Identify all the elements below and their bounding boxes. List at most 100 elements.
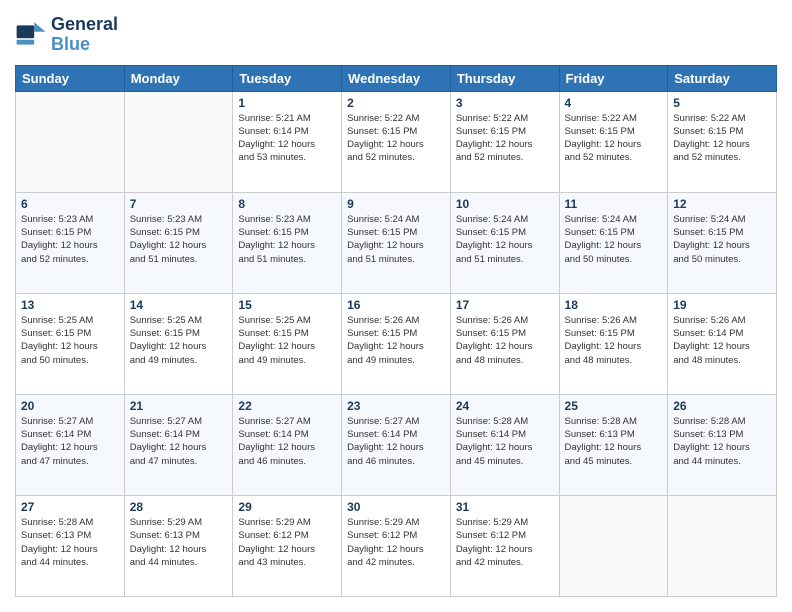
week-row-5: 27 Sunrise: 5:28 AM Sunset: 6:13 PM Dayli… (16, 495, 777, 596)
day-number: 27 (21, 500, 119, 514)
week-row-4: 20 Sunrise: 5:27 AM Sunset: 6:14 PM Dayli… (16, 394, 777, 495)
day-number: 31 (456, 500, 554, 514)
day-info: Sunrise: 5:25 AM Sunset: 6:15 PM Dayligh… (21, 314, 119, 367)
day-number: 17 (456, 298, 554, 312)
day-info: Sunrise: 5:28 AM Sunset: 6:14 PM Dayligh… (456, 415, 554, 468)
day-number: 14 (130, 298, 228, 312)
day-number: 24 (456, 399, 554, 413)
day-cell (16, 91, 125, 192)
day-cell: 13Sunrise: 5:25 AM Sunset: 6:15 PM Dayli… (16, 293, 125, 394)
day-cell: 26Sunrise: 5:28 AM Sunset: 6:13 PM Dayli… (668, 394, 777, 495)
day-number: 18 (565, 298, 663, 312)
day-cell: 1Sunrise: 5:21 AM Sunset: 6:14 PM Daylig… (233, 91, 342, 192)
day-number: 20 (21, 399, 119, 413)
weekday-header-saturday: Saturday (668, 65, 777, 91)
day-info: Sunrise: 5:29 AM Sunset: 6:12 PM Dayligh… (456, 516, 554, 569)
day-number: 2 (347, 96, 445, 110)
week-row-3: 13Sunrise: 5:25 AM Sunset: 6:15 PM Dayli… (16, 293, 777, 394)
day-info: Sunrise: 5:28 AM Sunset: 6:13 PM Dayligh… (21, 516, 119, 569)
day-cell: 25 Sunrise: 5:28 AM Sunset: 6:13 PM Dayli… (559, 394, 668, 495)
day-info: Sunrise: 5:26 AM Sunset: 6:15 PM Dayligh… (347, 314, 445, 367)
day-info: Sunrise: 5:24 AM Sunset: 6:15 PM Dayligh… (673, 213, 771, 266)
day-cell: 16Sunrise: 5:26 AM Sunset: 6:15 PM Dayli… (342, 293, 451, 394)
day-cell: 2 Sunrise: 5:22 AM Sunset: 6:15 PM Daylig… (342, 91, 451, 192)
day-cell: 10 Sunrise: 5:24 AM Sunset: 6:15 PM Dayli… (450, 192, 559, 293)
day-info: Sunrise: 5:22 AM Sunset: 6:15 PM Dayligh… (347, 112, 445, 165)
day-number: 7 (130, 197, 228, 211)
weekday-header-monday: Monday (124, 65, 233, 91)
day-number: 15 (238, 298, 336, 312)
logo-text: General Blue (51, 15, 118, 55)
day-info: Sunrise: 5:22 AM Sunset: 6:15 PM Dayligh… (565, 112, 663, 165)
day-info: Sunrise: 5:26 AM Sunset: 6:15 PM Dayligh… (456, 314, 554, 367)
day-number: 23 (347, 399, 445, 413)
day-info: Sunrise: 5:28 AM Sunset: 6:13 PM Dayligh… (565, 415, 663, 468)
calendar-body: 1Sunrise: 5:21 AM Sunset: 6:14 PM Daylig… (16, 91, 777, 596)
day-info: Sunrise: 5:24 AM Sunset: 6:15 PM Dayligh… (347, 213, 445, 266)
day-cell: 17 Sunrise: 5:26 AM Sunset: 6:15 PM Dayli… (450, 293, 559, 394)
logo-line2: Blue (51, 35, 118, 55)
day-number: 28 (130, 500, 228, 514)
day-info: Sunrise: 5:25 AM Sunset: 6:15 PM Dayligh… (238, 314, 336, 367)
day-info: Sunrise: 5:27 AM Sunset: 6:14 PM Dayligh… (130, 415, 228, 468)
day-info: Sunrise: 5:27 AM Sunset: 6:14 PM Dayligh… (347, 415, 445, 468)
day-cell: 21 Sunrise: 5:27 AM Sunset: 6:14 PM Dayli… (124, 394, 233, 495)
header: General Blue (15, 15, 777, 55)
day-number: 1 (238, 96, 336, 110)
day-number: 3 (456, 96, 554, 110)
day-cell: 27 Sunrise: 5:28 AM Sunset: 6:13 PM Dayli… (16, 495, 125, 596)
day-info: Sunrise: 5:22 AM Sunset: 6:15 PM Dayligh… (456, 112, 554, 165)
calendar: SundayMondayTuesdayWednesdayThursdayFrid… (15, 65, 777, 597)
week-row-2: 6 Sunrise: 5:23 AM Sunset: 6:15 PM Daylig… (16, 192, 777, 293)
weekday-row: SundayMondayTuesdayWednesdayThursdayFrid… (16, 65, 777, 91)
day-number: 22 (238, 399, 336, 413)
day-cell: 30 Sunrise: 5:29 AM Sunset: 6:12 PM Dayli… (342, 495, 451, 596)
day-info: Sunrise: 5:27 AM Sunset: 6:14 PM Dayligh… (238, 415, 336, 468)
weekday-header-thursday: Thursday (450, 65, 559, 91)
day-number: 25 (565, 399, 663, 413)
day-number: 4 (565, 96, 663, 110)
logo: General Blue (15, 15, 118, 55)
day-cell: 5Sunrise: 5:22 AM Sunset: 6:15 PM Daylig… (668, 91, 777, 192)
day-info: Sunrise: 5:25 AM Sunset: 6:15 PM Dayligh… (130, 314, 228, 367)
day-number: 10 (456, 197, 554, 211)
day-number: 6 (21, 197, 119, 211)
day-info: Sunrise: 5:26 AM Sunset: 6:14 PM Dayligh… (673, 314, 771, 367)
day-cell: 14 Sunrise: 5:25 AM Sunset: 6:15 PM Dayli… (124, 293, 233, 394)
day-cell: 31 Sunrise: 5:29 AM Sunset: 6:12 PM Dayli… (450, 495, 559, 596)
calendar-header: SundayMondayTuesdayWednesdayThursdayFrid… (16, 65, 777, 91)
day-info: Sunrise: 5:23 AM Sunset: 6:15 PM Dayligh… (130, 213, 228, 266)
day-cell: 20 Sunrise: 5:27 AM Sunset: 6:14 PM Dayli… (16, 394, 125, 495)
day-cell: 29Sunrise: 5:29 AM Sunset: 6:12 PM Dayli… (233, 495, 342, 596)
day-cell: 19 Sunrise: 5:26 AM Sunset: 6:14 PM Dayli… (668, 293, 777, 394)
day-cell: 28 Sunrise: 5:29 AM Sunset: 6:13 PM Dayli… (124, 495, 233, 596)
weekday-header-friday: Friday (559, 65, 668, 91)
day-cell: 23 Sunrise: 5:27 AM Sunset: 6:14 PM Dayli… (342, 394, 451, 495)
day-number: 21 (130, 399, 228, 413)
logo-line1: General (51, 15, 118, 35)
day-cell: 15 Sunrise: 5:25 AM Sunset: 6:15 PM Dayli… (233, 293, 342, 394)
day-number: 29 (238, 500, 336, 514)
weekday-header-sunday: Sunday (16, 65, 125, 91)
page: General Blue SundayMondayTuesdayWednesda… (0, 0, 792, 612)
day-info: Sunrise: 5:29 AM Sunset: 6:13 PM Dayligh… (130, 516, 228, 569)
day-cell: 4 Sunrise: 5:22 AM Sunset: 6:15 PM Daylig… (559, 91, 668, 192)
weekday-header-tuesday: Tuesday (233, 65, 342, 91)
day-number: 19 (673, 298, 771, 312)
day-number: 9 (347, 197, 445, 211)
day-number: 30 (347, 500, 445, 514)
day-info: Sunrise: 5:23 AM Sunset: 6:15 PM Dayligh… (21, 213, 119, 266)
day-info: Sunrise: 5:24 AM Sunset: 6:15 PM Dayligh… (456, 213, 554, 266)
day-cell: 7 Sunrise: 5:23 AM Sunset: 6:15 PM Daylig… (124, 192, 233, 293)
weekday-header-wednesday: Wednesday (342, 65, 451, 91)
day-cell: 3 Sunrise: 5:22 AM Sunset: 6:15 PM Daylig… (450, 91, 559, 192)
day-number: 11 (565, 197, 663, 211)
day-cell: 9 Sunrise: 5:24 AM Sunset: 6:15 PM Daylig… (342, 192, 451, 293)
day-info: Sunrise: 5:27 AM Sunset: 6:14 PM Dayligh… (21, 415, 119, 468)
day-cell: 24 Sunrise: 5:28 AM Sunset: 6:14 PM Dayli… (450, 394, 559, 495)
day-number: 5 (673, 96, 771, 110)
day-info: Sunrise: 5:29 AM Sunset: 6:12 PM Dayligh… (347, 516, 445, 569)
day-cell: 22 Sunrise: 5:27 AM Sunset: 6:14 PM Dayli… (233, 394, 342, 495)
day-cell: 8Sunrise: 5:23 AM Sunset: 6:15 PM Daylig… (233, 192, 342, 293)
day-info: Sunrise: 5:23 AM Sunset: 6:15 PM Dayligh… (238, 213, 336, 266)
